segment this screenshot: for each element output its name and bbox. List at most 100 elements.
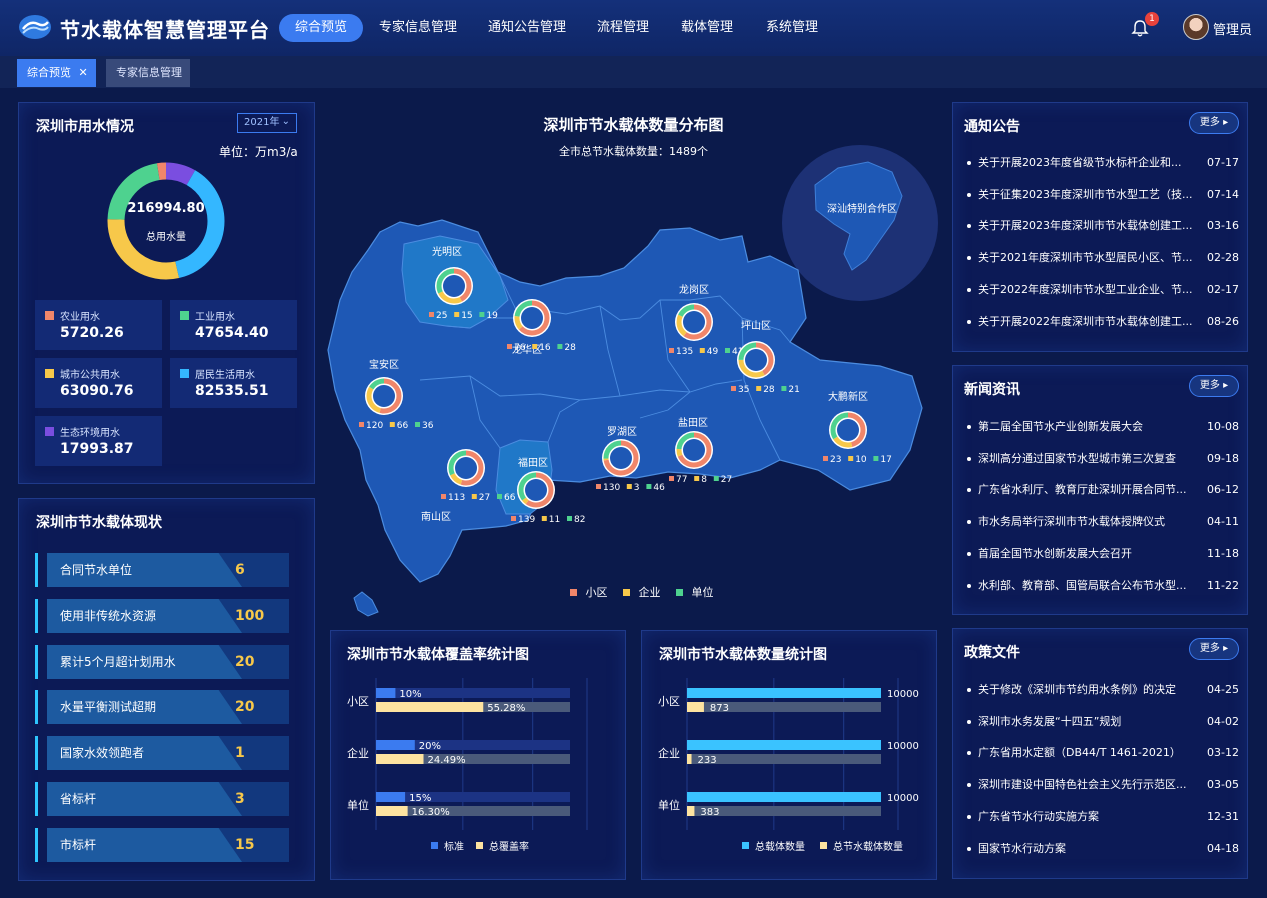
water-card-value: 47654.40 [195,325,269,341]
item-date: 08-26 [1207,314,1239,328]
nav-carrier-management[interactable]: 载体管理 [674,14,740,42]
district-name: 盐田区 [678,416,708,429]
item-title: 关于开展2022年度深圳市节水载体创建工... [978,314,1193,328]
news-more-button[interactable]: 更多 ▸ [1189,375,1239,397]
nav-system-management[interactable]: 系统管理 [759,14,825,42]
water-donut-chart [107,162,225,280]
district-ring-hole [683,439,705,461]
nav-overview[interactable]: 综合预览 [279,14,363,42]
news-item[interactable]: 第二届全国节水产业创新发展大会 10-08 [967,417,1243,437]
news-item[interactable]: 广东省水利厅、教育厅赴深圳开展合同节... 06-12 [967,480,1243,500]
news-item[interactable]: 深圳高分通过国家节水型城市第三次复查 09-18 [967,449,1243,469]
policy-item[interactable]: 关于修改《深圳市节约用水条例》的决定 04-25 [967,680,1243,700]
district-count: 66 [397,421,409,431]
count-swatch [596,484,601,489]
district-name: 光明区 [432,245,462,258]
policy-item[interactable]: 广东省用水定额（DB44/T 1461-2021） 03-12 [967,743,1243,763]
district-name: 宝安区 [369,358,399,371]
notice-item[interactable]: 关于2022年度深圳市节水型工业企业、节... 02-17 [967,280,1243,300]
status-row-accent [35,553,38,587]
notice-item[interactable]: 关于开展2022年度深圳市节水载体创建工... 08-26 [967,312,1243,332]
count-swatch [507,344,512,349]
district-count: 16 [539,343,551,353]
avatar[interactable] [1183,14,1209,40]
item-date: 04-11 [1207,515,1239,529]
bar [376,806,408,816]
year-select[interactable]: 2021年 ⌄ [237,113,297,133]
district-count: 28 [564,343,576,353]
bar [687,740,881,750]
bar [687,702,704,712]
bullet-dot [967,783,971,788]
item-title: 深圳市水务发展“十四五”规划 [978,714,1122,728]
tab-expert-info[interactable]: 专家信息管理 [106,59,190,87]
water-card-label: 城市公共用水 [60,370,120,381]
item-date: 07-14 [1207,187,1239,201]
district-ring-hole [837,419,859,441]
district-ring-hole [373,385,395,407]
nav-notice-management[interactable]: 通知公告管理 [481,14,573,42]
count-swatch [781,386,787,391]
count-swatch [699,348,705,353]
news-item[interactable]: 首届全国节水创新发展大会召开 11-18 [967,544,1243,564]
shenzhen-map: 深汕特别合作区 光明区25 15 19龙华区76 16 28龙岗区135 49 41坪山区3… [327,145,938,617]
map-legend: 小区 企业 单位 [570,584,714,599]
notice-item[interactable]: 关于开展2023年度省级节水标杆企业和... 07-17 [967,153,1243,173]
news-item[interactable]: 市水务局举行深圳市节水载体授牌仪式 04-11 [967,512,1243,532]
water-total-value: 216994.80 [127,201,205,216]
count-swatch [626,484,632,489]
notice-item[interactable]: 关于2021年度深圳市节水型居民小区、节... 02-28 [967,248,1243,268]
water-card-value: 5720.26 [60,325,124,341]
bullet-dot [967,814,971,819]
notice-item[interactable]: 关于开展2023年度深圳市节水载体创建工... 03-16 [967,216,1243,236]
item-date: 03-05 [1207,778,1239,792]
item-date: 12-31 [1207,809,1239,823]
item-title: 第二届全国节水产业创新发展大会 [978,420,1143,433]
item-title: 水利部、教育部、国管局联合公布节水型... [978,578,1187,592]
district-count: 28 [763,385,775,395]
district-ring-hole [455,457,477,479]
count-swatch [497,494,502,499]
legend-label: 总节水载体数量 [833,840,903,853]
item-title: 深圳高分通过国家节水型城市第三次复查 [978,451,1176,465]
coverage-title: 深圳市节水载体覆盖率统计图 [347,647,529,663]
item-date: 06-12 [1207,483,1239,497]
status-row: 市标杆 15 [35,828,291,862]
count-swatch [389,422,395,427]
item-date: 03-12 [1207,746,1239,760]
count-swatch [541,516,547,521]
news-item[interactable]: 水利部、教育部、国管局联合公布节水型... 11-22 [967,576,1243,596]
status-row-value: 20 [235,699,255,715]
legend-swatch [45,427,54,436]
status-row: 使用非传统水资源 100 [35,599,291,633]
water-card-label: 生态环境用水 [60,428,120,439]
item-date: 11-22 [1207,578,1239,592]
nav-process-management[interactable]: 流程管理 [590,14,656,42]
notice-more-button[interactable]: 更多 ▸ [1189,112,1239,134]
notice-item[interactable]: 关于征集2023年度深圳市节水型工艺（技... 07-14 [967,185,1243,205]
count-swatch [669,348,674,353]
policy-more-button[interactable]: 更多 ▸ [1189,638,1239,660]
district-count: 17 [880,455,891,465]
water-card-label: 居民生活用水 [195,370,255,381]
nav-expert-info[interactable]: 专家信息管理 [372,14,464,42]
tab-overview[interactable]: 综合预览 ✕ [17,59,96,87]
close-icon[interactable]: ✕ [79,66,88,79]
user-name[interactable]: 管理员 [1213,19,1252,38]
notification-badge: 1 [1145,12,1159,26]
bar-value-label: 16.30% [412,807,450,818]
policy-item[interactable]: 广东省节水行动实施方案 12-31 [967,807,1243,827]
count-swatch [454,312,460,317]
district-name: 南山区 [421,510,451,523]
district-ring-hole [683,311,705,333]
quantity-chart: 小区 10000 873 企业 10000 233 单位 10000 383 总载体数量 总节水载体… [658,678,919,853]
count-swatch [359,422,364,427]
water-card-label: 农业用水 [60,312,100,323]
bar-value-label: 873 [710,703,729,714]
bar-value-label: 10000 [887,741,919,752]
legend-swatch [180,369,189,378]
policy-title: 政策文件 [964,645,1020,661]
policy-item[interactable]: 深圳市建设中国特色社会主义先行示范区... 03-05 [967,775,1243,795]
policy-item[interactable]: 国家节水行动方案 04-18 [967,839,1243,859]
policy-item[interactable]: 深圳市水务发展“十四五”规划 04-02 [967,712,1243,732]
